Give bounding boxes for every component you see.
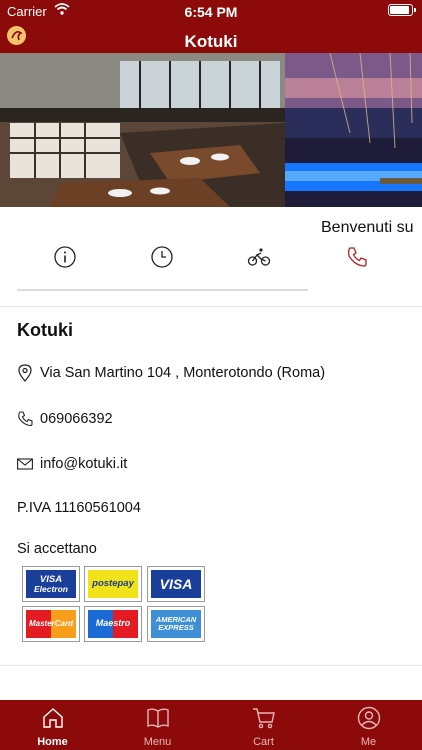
email-text: info@kotuki.it xyxy=(40,456,128,472)
tab-label: Cart xyxy=(253,736,274,748)
welcome-text: Benvenuti su xyxy=(321,219,414,236)
envelope-icon xyxy=(17,458,33,470)
card-postepay: postepay xyxy=(84,566,142,602)
phone-text: 069066392 xyxy=(40,411,113,427)
bicycle-icon[interactable] xyxy=(247,245,271,269)
card-mastercard: MasterCard xyxy=(22,606,80,642)
horizontal-scrollbar[interactable] xyxy=(17,289,308,291)
address-text: Via San Martino 104 , Monterotondo (Roma… xyxy=(40,365,326,381)
hero-image xyxy=(0,53,422,207)
battery-icon xyxy=(388,4,416,16)
book-icon xyxy=(147,708,169,728)
card-label: MasterCard xyxy=(28,618,73,628)
clock-icon[interactable] xyxy=(150,245,174,269)
tab-cart[interactable]: Cart xyxy=(211,700,316,750)
phone-small-icon xyxy=(18,411,33,427)
payment-cards: VISA Electron postepay VISA MasterCard M… xyxy=(22,566,208,644)
status-bar: Carrier 6:54 PM xyxy=(0,0,422,22)
location-pin-icon xyxy=(18,364,32,382)
tab-label: Menu xyxy=(143,736,172,748)
tab-label: Home xyxy=(37,736,68,748)
clock: 6:54 PM xyxy=(184,4,238,20)
card-label: VISA xyxy=(159,575,193,592)
vat-number: P.IVA 11160561004 xyxy=(17,500,141,516)
card-visa: VISA xyxy=(147,566,205,602)
accepted-payments-label: Si accettano xyxy=(17,541,97,557)
card-maestro: Maestro xyxy=(84,606,142,642)
tab-menu[interactable]: Menu xyxy=(105,700,210,750)
top-bar: Carrier 6:54 PM Kotuki xyxy=(0,0,422,53)
hero-carousel[interactable] xyxy=(0,53,422,207)
restaurant-name: Kotuki xyxy=(17,320,73,340)
cart-icon xyxy=(253,708,275,729)
tab-label: Me xyxy=(360,736,377,748)
card-label: EXPRESS xyxy=(158,623,194,632)
section-divider xyxy=(0,665,422,666)
phone-icon[interactable] xyxy=(345,245,369,269)
tab-bar: Home Menu Cart Me xyxy=(0,700,422,750)
card-american-express: AMERICAN EXPRESS xyxy=(147,606,205,642)
tab-me[interactable]: Me xyxy=(316,700,421,750)
card-label: Electron xyxy=(33,583,68,594)
page-title: Kotuki xyxy=(184,32,238,51)
user-icon xyxy=(357,706,381,730)
card-visa-electron: VISA Electron xyxy=(22,566,80,602)
card-label: Maestro xyxy=(95,618,131,629)
tab-home[interactable]: Home xyxy=(0,700,105,750)
home-icon xyxy=(43,708,63,728)
card-label: postepay xyxy=(92,578,134,590)
info-icon[interactable] xyxy=(53,245,77,269)
